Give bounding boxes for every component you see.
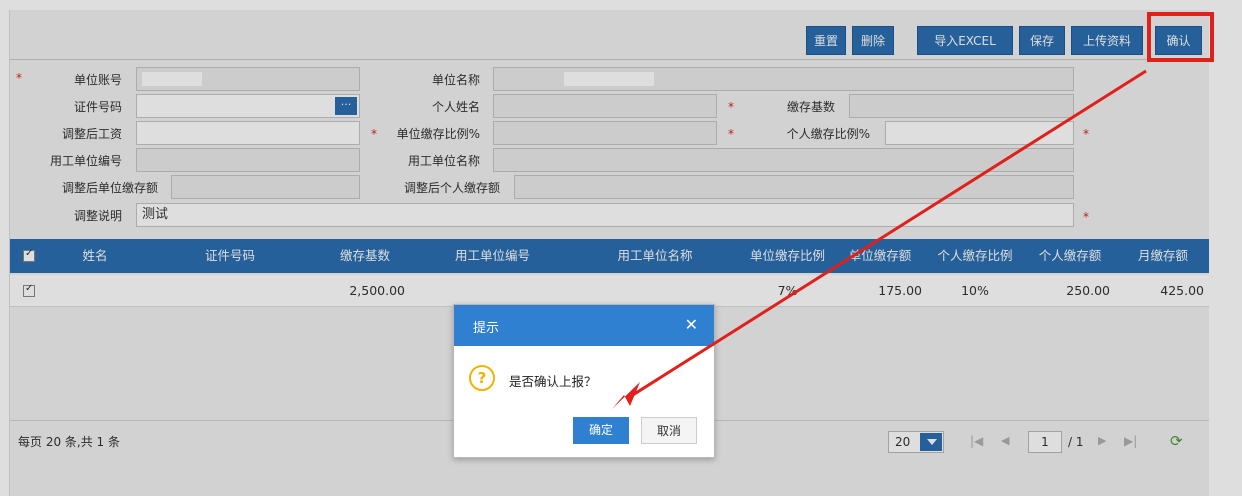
dialog-message: 是否确认上报？ [509,374,597,389]
confirm-dialog: 提示 ✕ ? 是否确认上报？ 确定 取消 [453,304,715,458]
question-icon: ? [469,365,495,391]
cancel-button[interactable]: 取消 [641,417,697,444]
dialog-header: 提示 ✕ [454,305,714,346]
dialog-title: 提示 [473,321,500,336]
annotation-highlight-box [1147,12,1214,62]
ok-button[interactable]: 确定 [573,417,629,444]
close-icon[interactable]: ✕ [685,315,698,334]
